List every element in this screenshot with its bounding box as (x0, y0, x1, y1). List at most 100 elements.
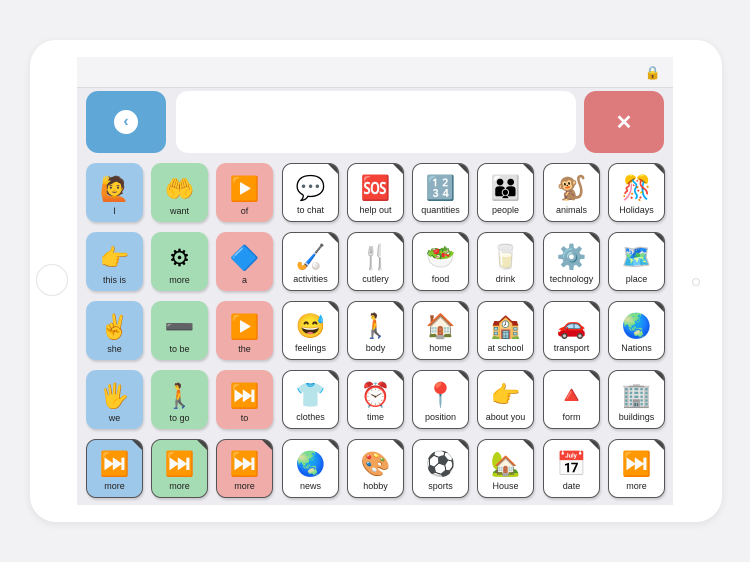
symbol-label: quantities (421, 205, 460, 215)
symbol-icon: 👕 (295, 382, 326, 409)
symbol-cell[interactable]: ⏭️ more (608, 439, 665, 498)
symbol-icon: ⏭️ (621, 451, 652, 478)
symbol-icon: ⏰ (360, 382, 391, 409)
symbol-label: drink (495, 274, 516, 284)
symbol-label: a (241, 275, 247, 285)
symbol-label: cutlery (362, 274, 389, 284)
symbol-cell[interactable]: ⏰ time (347, 370, 404, 429)
symbol-icon: ⏭️ (229, 451, 260, 478)
symbol-cell[interactable]: 📅 date (543, 439, 600, 498)
back-button[interactable]: ‹ (86, 91, 166, 153)
symbol-cell[interactable]: 🏑 activities (282, 232, 339, 291)
symbol-cell[interactable]: 👉 about you (477, 370, 534, 429)
symbol-icon: 🔷 (229, 245, 260, 272)
symbol-cell[interactable]: ⏭️ more (216, 439, 273, 498)
symbol-cell[interactable]: ➖ to be (151, 301, 208, 360)
symbol-icon: 🤲 (164, 176, 195, 203)
symbol-cell[interactable]: 🏠 home (412, 301, 469, 360)
symbol-icon: 🎊 (621, 175, 652, 202)
symbol-cell[interactable]: ✌️ she (86, 301, 143, 360)
symbol-cell[interactable]: 📍 position (412, 370, 469, 429)
symbol-cell[interactable]: 🍴 cutlery (347, 232, 404, 291)
symbol-label: to go (169, 413, 190, 423)
symbol-cell[interactable]: 🥗 food (412, 232, 469, 291)
symbol-label: about you (485, 412, 526, 422)
symbol-icon: 🏡 (490, 451, 521, 478)
symbol-icon: 🏑 (295, 244, 326, 271)
symbol-label: Holidays (619, 205, 654, 215)
symbol-cell[interactable]: ⚙ more (151, 232, 208, 291)
symbol-icon: ⚙️ (556, 244, 587, 271)
symbol-cell[interactable]: 🌏 news (282, 439, 339, 498)
symbol-cell[interactable]: 🎊 Holidays (608, 163, 665, 222)
symbol-label: position (424, 412, 457, 422)
symbol-label: to chat (296, 205, 325, 215)
symbol-label: to be (169, 344, 190, 354)
symbol-cell[interactable]: 😅 feelings (282, 301, 339, 360)
symbol-cell[interactable]: ⏭️ more (86, 439, 143, 498)
symbol-label: body (365, 343, 386, 353)
symbol-cell[interactable]: 🚶 body (347, 301, 404, 360)
symbol-cell[interactable]: 🎨 hobby (347, 439, 404, 498)
symbol-label: more (169, 275, 190, 285)
symbol-icon: ⚽ (425, 451, 456, 478)
symbol-icon: 🏫 (490, 313, 521, 340)
symbol-cell[interactable]: 🏫 at school (477, 301, 534, 360)
symbol-cell[interactable]: 👉 this is (86, 232, 143, 291)
symbol-cell[interactable]: 🚶 to go (151, 370, 208, 429)
symbol-cell[interactable]: ⏭️ more (151, 439, 208, 498)
symbol-icon: ✌️ (99, 314, 130, 341)
symbol-icon: 🆘 (360, 175, 391, 202)
symbol-cell[interactable]: 🗺️ place (608, 232, 665, 291)
symbol-icon: ▶️ (229, 176, 260, 203)
symbol-icon: ⏭️ (164, 451, 195, 478)
symbol-icon: 🌏 (621, 313, 652, 340)
symbol-cell[interactable]: 🔺 form (543, 370, 600, 429)
symbol-cell[interactable]: ▶️ the (216, 301, 273, 360)
symbol-label: at school (487, 343, 524, 353)
symbol-cell[interactable]: ⚙️ technology (543, 232, 600, 291)
symbol-cell[interactable]: 🌏 Nations (608, 301, 665, 360)
symbol-label: more (234, 481, 255, 491)
symbol-label: transport (553, 343, 590, 353)
symbol-cell[interactable]: 👪 people (477, 163, 534, 222)
symbol-icon: 🏠 (425, 313, 456, 340)
symbol-icon: 🔺 (556, 382, 587, 409)
symbol-label: food (431, 274, 450, 284)
symbol-cell[interactable]: 🖐️ we (86, 370, 143, 429)
message-bar[interactable] (176, 91, 576, 153)
symbol-cell[interactable]: 🙋 I (86, 163, 143, 222)
symbol-cell[interactable]: ⏭️ to (216, 370, 273, 429)
symbol-cell[interactable]: 🏡 House (477, 439, 534, 498)
symbol-cell[interactable]: 🏢 buildings (608, 370, 665, 429)
symbol-icon: 🥛 (490, 244, 521, 271)
lock-icon[interactable]: 🔒 (645, 65, 661, 81)
home-button[interactable] (36, 264, 68, 296)
symbol-cell[interactable]: 👕 clothes (282, 370, 339, 429)
symbol-icon: 😅 (295, 313, 326, 340)
delete-button[interactable]: ✕ (584, 91, 664, 153)
symbol-icon: 🚗 (556, 313, 587, 340)
symbol-cell[interactable]: ⚽ sports (412, 439, 469, 498)
symbol-cell[interactable]: 🚗 transport (543, 301, 600, 360)
symbol-cell[interactable]: 💬 to chat (282, 163, 339, 222)
symbol-cell[interactable]: 🔢 quantities (412, 163, 469, 222)
symbol-cell[interactable]: 🥛 drink (477, 232, 534, 291)
symbol-icon: ⏭️ (99, 451, 130, 478)
symbol-label: feelings (294, 343, 327, 353)
symbol-cell[interactable]: 🆘 help out (347, 163, 404, 222)
symbol-cell[interactable]: ▶️ of (216, 163, 273, 222)
symbol-icon: 🗺️ (621, 244, 652, 271)
symbol-icon: 🏢 (621, 382, 652, 409)
chevron-left-icon: ‹ (114, 110, 138, 134)
symbol-icon: 💬 (295, 175, 326, 202)
symbol-cell[interactable]: 🔷 a (216, 232, 273, 291)
symbol-cell[interactable]: 🐒 animals (543, 163, 600, 222)
symbol-label: of (240, 206, 249, 216)
symbol-label: date (562, 481, 581, 491)
symbol-label: House (492, 481, 519, 491)
symbol-cell[interactable]: 🤲 want (151, 163, 208, 222)
symbol-label: hobby (363, 481, 388, 491)
symbol-icon: 🎨 (360, 451, 391, 478)
symbol-icon: 🖐️ (99, 383, 130, 410)
